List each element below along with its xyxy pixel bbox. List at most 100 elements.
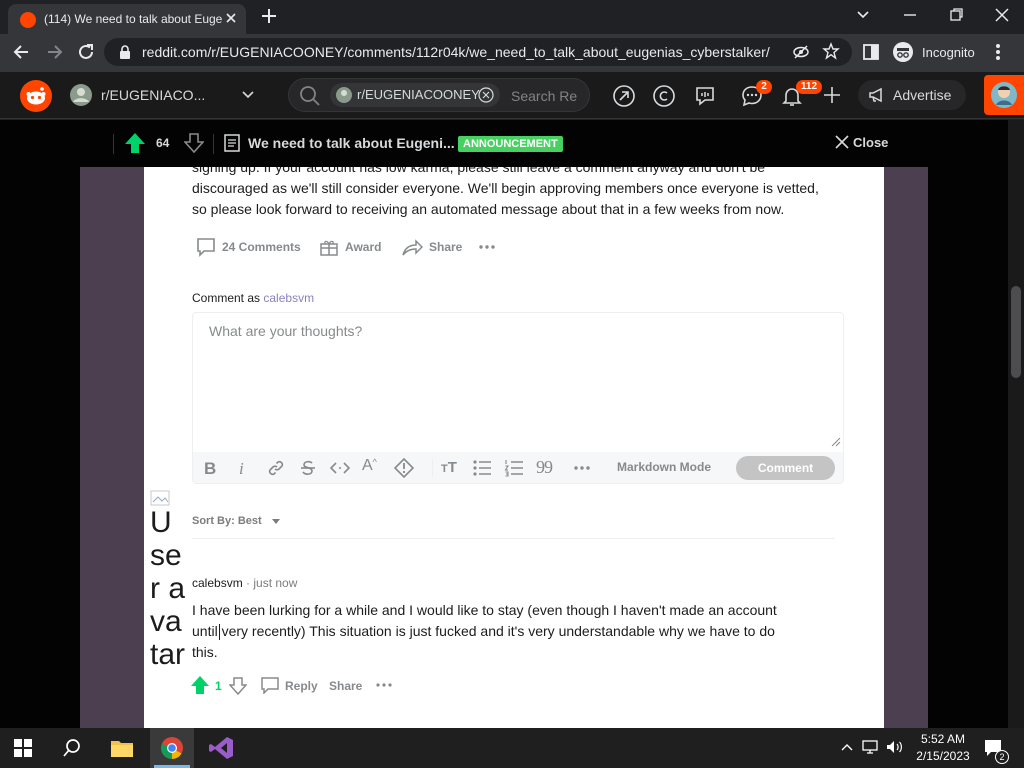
search-placeholder[interactable]: Search Re [511, 88, 577, 104]
more-options-icon[interactable] [478, 240, 496, 254]
sort-dropdown[interactable]: Sort By: Best [192, 515, 262, 527]
talk-bubble-icon[interactable] [693, 84, 717, 108]
restore-icon[interactable] [946, 6, 966, 24]
inline-code-icon[interactable] [330, 459, 350, 477]
incognito-indicator[interactable]: Incognito [892, 41, 982, 65]
share-label: Share [429, 240, 463, 254]
announcement-flair[interactable]: ANNOUNCEMENT [458, 136, 563, 152]
taskbar-clock[interactable]: 5:52 AM 2/15/2023 [912, 732, 974, 763]
file-explorer-icon[interactable] [110, 737, 134, 759]
numbered-list-icon[interactable] [504, 459, 524, 477]
comment-more-icon[interactable] [375, 680, 393, 690]
italic-icon[interactable]: i [239, 459, 244, 479]
reddit-favicon-icon [20, 12, 36, 28]
bold-icon[interactable]: B [204, 459, 216, 479]
comment-downvote-icon[interactable] [229, 676, 247, 696]
toolbar-more-icon[interactable] [573, 462, 591, 474]
reply-bubble-icon [261, 677, 279, 694]
post-body-line-3: so please look forward to receiving an a… [192, 201, 785, 217]
reply-label: Reply [285, 679, 318, 693]
clock-time: 5:52 AM [920, 732, 966, 746]
visual-studio-icon[interactable] [208, 736, 234, 760]
text-cursor-icon [219, 624, 220, 640]
community-switcher-label[interactable]: r/EUGENIACO... [101, 87, 227, 103]
clear-chip-icon[interactable] [478, 87, 494, 103]
user-avatar-button[interactable] [984, 75, 1024, 115]
spoiler-icon[interactable] [394, 458, 414, 478]
comment-placeholder: What are your thoughts? [209, 323, 363, 339]
gift-icon [320, 240, 338, 256]
broken-image-icon [150, 490, 170, 506]
award-label: Award [345, 240, 382, 254]
post-bar-title[interactable]: We need to talk about Eugeni... [248, 135, 455, 151]
coins-icon[interactable] [652, 84, 676, 108]
browser-tab[interactable]: (114) We need to talk about Euge [8, 4, 246, 34]
close-icon[interactable] [834, 134, 850, 150]
forward-icon[interactable] [44, 42, 64, 62]
comment-bubble-icon [197, 238, 215, 257]
bookmark-star-icon[interactable] [822, 42, 840, 60]
reply-button[interactable]: Reply [258, 672, 322, 698]
heading-icon[interactable]: TT [441, 459, 457, 476]
comment-time: · just now [246, 576, 298, 590]
reddit-logo-icon[interactable] [20, 80, 52, 112]
taskbar-search-icon[interactable] [62, 738, 82, 758]
bulleted-list-icon[interactable] [472, 459, 492, 477]
page-scrollbar-thumb[interactable] [1011, 286, 1021, 378]
award-button[interactable]: Award [316, 234, 386, 260]
quote-block-icon[interactable]: 99 [536, 457, 553, 478]
tray-chevron-up-icon[interactable] [840, 741, 854, 753]
markdown-mode-button[interactable]: Markdown Mode [617, 460, 711, 474]
resize-handle-icon[interactable] [831, 437, 841, 447]
side-panel-icon[interactable] [862, 43, 880, 61]
windows-start-icon[interactable] [14, 739, 32, 757]
sort-caret-icon[interactable] [271, 518, 281, 526]
page-scrollbar-track[interactable] [1008, 120, 1024, 728]
tab-close-icon[interactable] [224, 11, 238, 25]
reload-icon[interactable] [76, 42, 96, 62]
close-window-icon[interactable] [992, 6, 1012, 24]
advertise-label: Advertise [893, 87, 952, 103]
post-bar-divider [113, 134, 114, 154]
share-button[interactable]: Share [398, 234, 466, 260]
comment-as-row: Comment as calebsvm [192, 291, 314, 305]
tracking-off-eye-icon[interactable] [792, 43, 810, 61]
advertise-button[interactable]: Advertise [858, 80, 966, 110]
create-post-plus-icon[interactable] [822, 85, 842, 105]
post-text-icon [224, 134, 240, 152]
community-avatar-icon [70, 84, 92, 106]
comment-share-button[interactable]: Share [329, 679, 362, 693]
comment-upvote-icon[interactable] [190, 675, 210, 695]
lock-icon[interactable] [118, 44, 132, 60]
close-overlay-button[interactable]: Close [853, 135, 888, 150]
strikethrough-icon[interactable] [299, 459, 317, 477]
comment-as-username[interactable]: calebsvm [263, 291, 314, 305]
volume-icon[interactable] [886, 739, 904, 755]
tab-title: (114) We need to talk about Euge [44, 12, 222, 26]
superscript-icon[interactable]: A^ [362, 457, 377, 475]
broken-avatar-image: User avatar [150, 490, 186, 728]
network-icon[interactable] [862, 739, 880, 755]
new-tab-icon[interactable] [260, 7, 278, 25]
url-text[interactable]: reddit.com/r/EUGENIACOONEY/comments/112r… [142, 44, 770, 60]
chevron-down-icon[interactable] [240, 87, 256, 103]
toolbar-divider [432, 459, 433, 477]
chrome-taskbar-button[interactable] [150, 728, 194, 768]
search-community-chip[interactable]: r/EUGENIACOONEY [330, 83, 500, 107]
chrome-icon [161, 737, 183, 759]
tab-search-chevron-icon[interactable] [852, 6, 874, 24]
minimize-icon[interactable] [900, 6, 920, 24]
submit-comment-button[interactable]: Comment [736, 456, 835, 480]
comment-body-line-2: until very recently) This situation is j… [192, 623, 775, 639]
user-avatar-icon [991, 82, 1017, 108]
downvote-icon[interactable] [184, 132, 204, 154]
notification-count-badge: 2 [995, 750, 1009, 764]
comments-button[interactable]: 24 Comments [192, 234, 306, 260]
comment-author[interactable]: calebsvm [192, 576, 243, 590]
back-icon[interactable] [12, 42, 32, 62]
browser-menu-icon[interactable] [994, 42, 1002, 62]
link-icon[interactable] [267, 459, 285, 477]
upvote-icon[interactable] [124, 132, 146, 154]
post-body-line-2: discouraged as we'll still consider ever… [192, 180, 819, 196]
popular-arrow-icon[interactable] [612, 84, 636, 108]
